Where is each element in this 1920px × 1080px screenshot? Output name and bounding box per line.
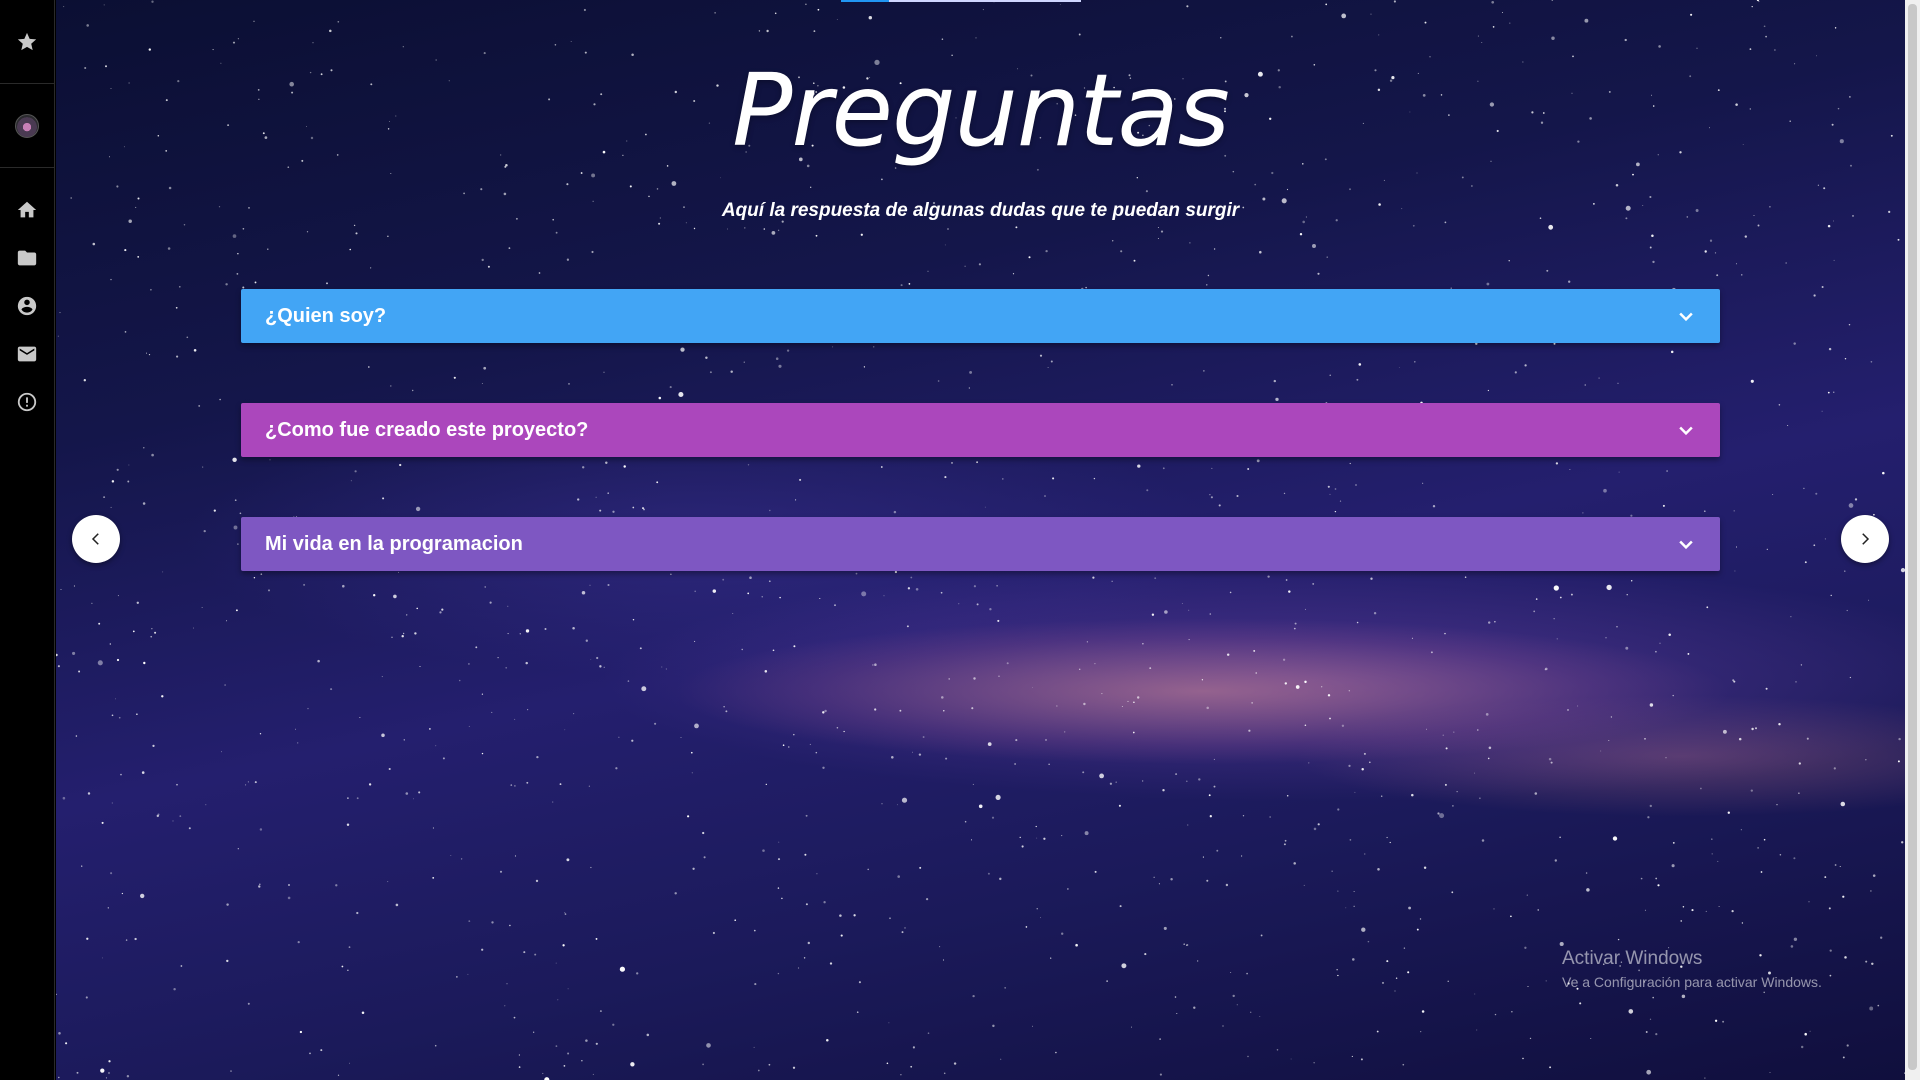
next-slide-button[interactable] [1841,515,1889,563]
page-title: Preguntas [732,52,1230,169]
sidebar-item-projects[interactable] [12,246,42,270]
scrollbar-thumb[interactable] [1908,4,1917,1070]
chevron-right-icon [1862,533,1870,545]
windows-activation-watermark: Activar Windows Ve a Configuración para … [1562,948,1822,990]
watermark-title: Activar Windows [1562,948,1703,969]
mail-icon [17,346,37,362]
sidebar-top [0,0,54,84]
tab-indicator [841,0,1081,2]
faq-question: Mi vida en la programacion [265,532,523,555]
previous-slide-button[interactable] [72,515,120,563]
favorites-button[interactable] [12,30,42,54]
avatar[interactable] [15,113,39,138]
main-content: Preguntas Aquí la respuesta de algunas d… [56,0,1905,1080]
sidebar-user [0,84,54,168]
folder-icon [17,250,37,266]
sidebar [0,0,55,1080]
account-icon [17,296,37,316]
faq-question: ¿Quien soy? [265,304,387,327]
chevron-left-icon [91,533,99,545]
sidebar-item-home[interactable] [12,198,42,222]
chevron-down-icon [1679,540,1693,550]
sidebar-item-faq[interactable] [12,390,42,414]
faq-question: ¿Como fue creado este proyecto? [265,418,589,441]
scrollbar[interactable] [1905,0,1920,1080]
faq-item-project-creation[interactable]: ¿Como fue creado este proyecto? [241,403,1720,457]
sidebar-item-contact[interactable] [12,342,42,366]
star-icon [17,32,37,50]
faq-item-programming-life[interactable]: Mi vida en la programacion [241,517,1720,571]
sidebar-nav [0,168,54,414]
watermark-subtitle: Ve a Configuración para activar Windows. [1562,974,1822,990]
chevron-down-icon [1679,426,1693,436]
faq-item-who-am-i[interactable]: ¿Quien soy? [241,289,1720,343]
home-icon [17,201,37,218]
alert-icon [17,392,37,412]
chevron-down-icon [1679,312,1693,322]
page-subtitle: Aquí la respuesta de algunas dudas que t… [721,200,1240,221]
sidebar-item-about[interactable] [12,294,42,318]
